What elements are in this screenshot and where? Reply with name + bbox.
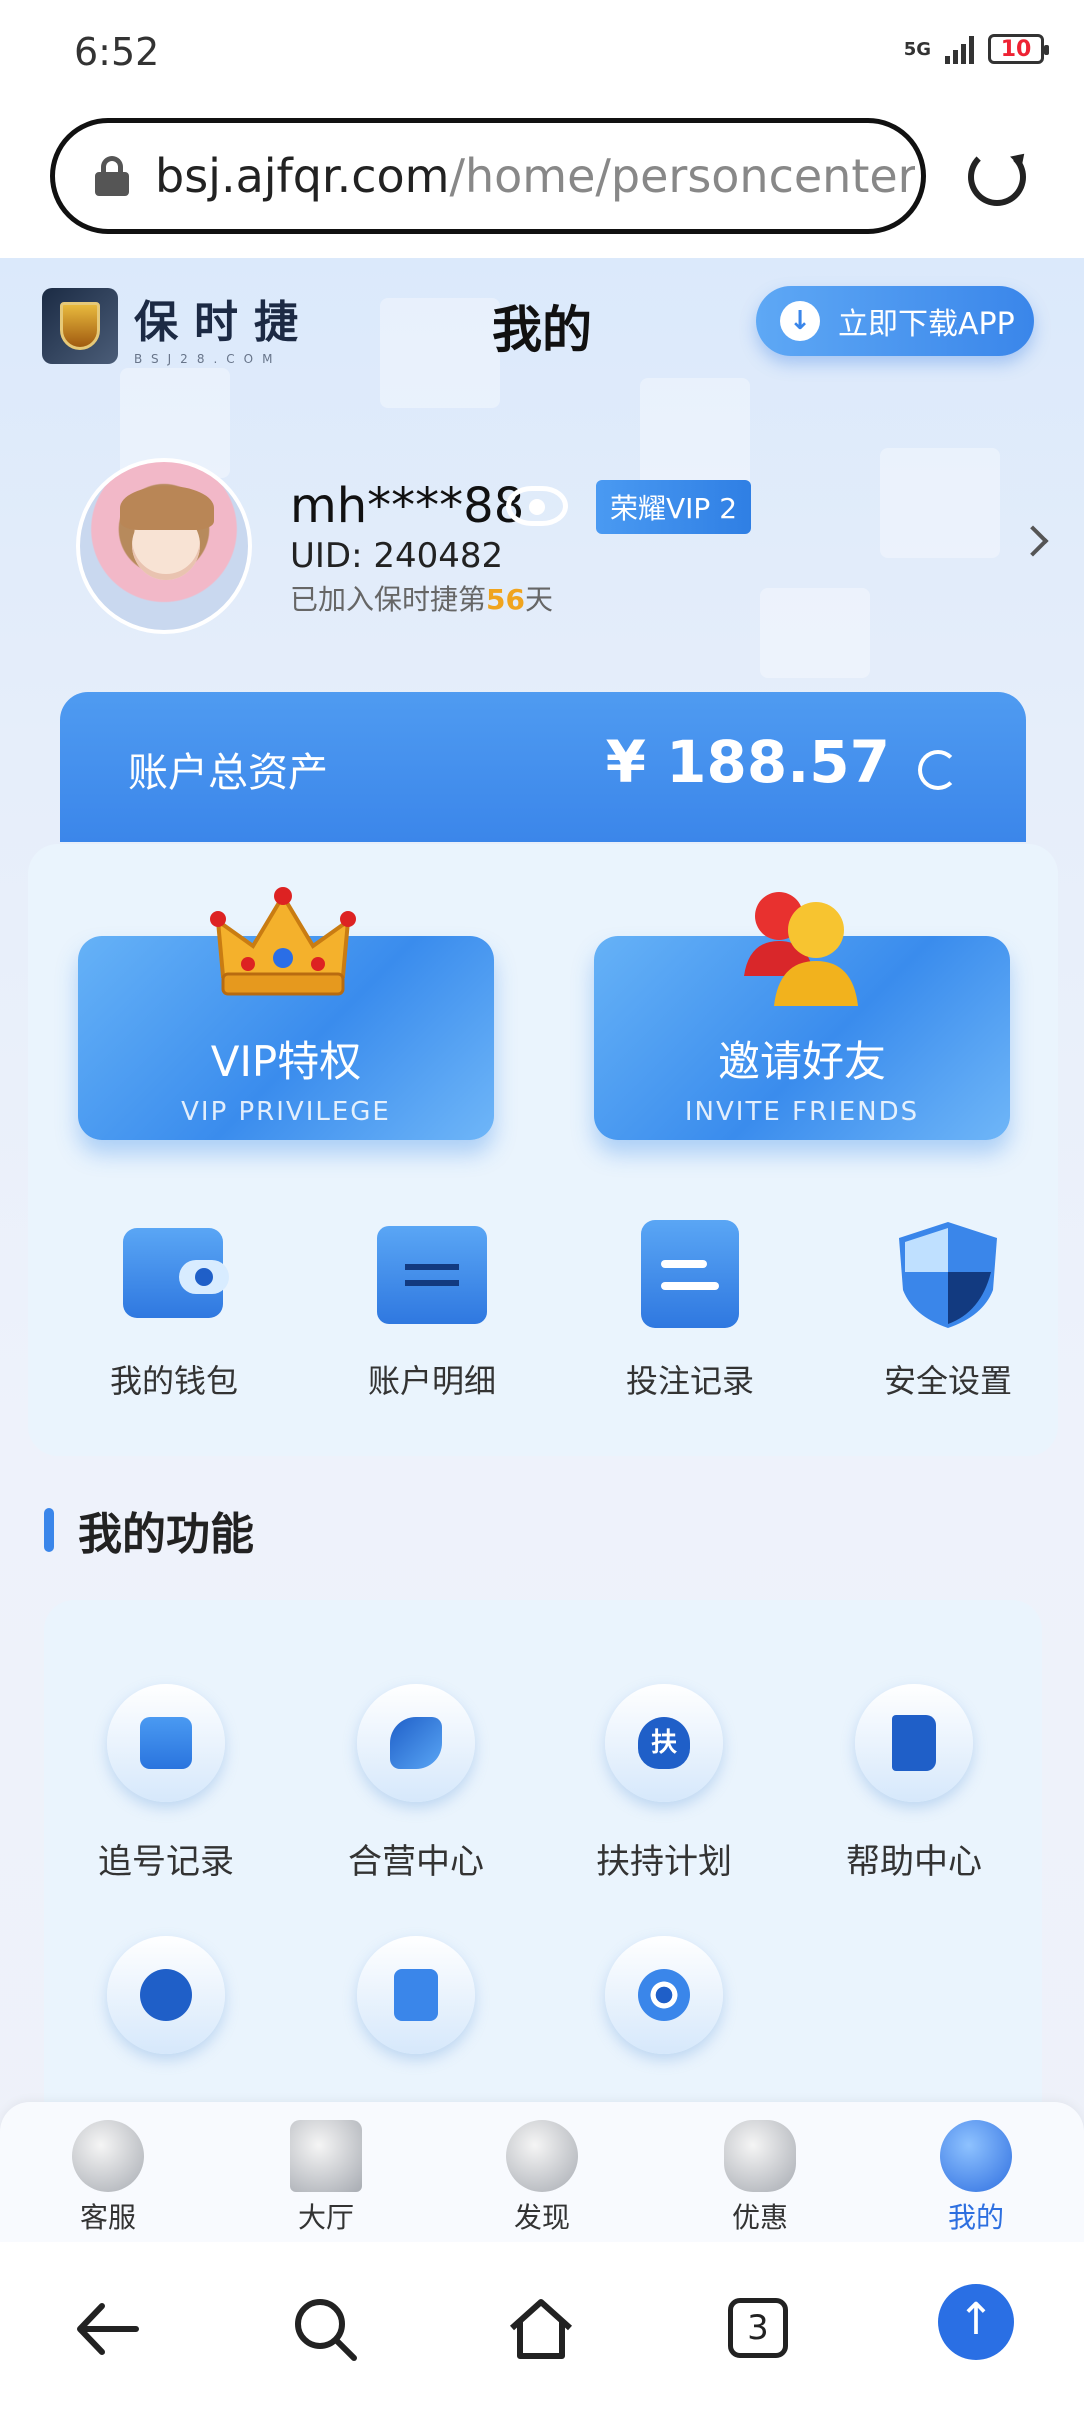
download-label: 立即下载APP <box>838 307 1015 342</box>
tab-mine-label: 我的 <box>947 2201 1004 2234</box>
home-nav-icon[interactable] <box>506 2294 576 2364</box>
url-path: /home/personcenter?l <box>449 149 916 203</box>
section-title-text: 我的功能 <box>78 1509 254 1560</box>
bottom-tab-bar: 客服 大厅 发现 优惠 我的 <box>0 2102 1084 2242</box>
search-icon[interactable] <box>290 2294 360 2364</box>
tab-discover[interactable]: 发现 <box>472 2120 612 2236</box>
joined-suffix: 天 <box>524 583 553 616</box>
url-bar[interactable]: bsj.ajfqr.com/home/personcenter?l <box>50 118 926 234</box>
status-time: 6:52 <box>74 30 160 74</box>
chevron-right-icon[interactable] <box>1017 525 1049 557</box>
invite-friends-title: 邀请好友 <box>717 1037 886 1086</box>
func-item-5[interactable] <box>66 1936 266 2086</box>
quick-wallet[interactable]: 我的钱包 <box>64 1220 284 1402</box>
crown-icon <box>210 887 356 996</box>
invite-friends-subtitle: INVITE FRIENDS <box>684 1097 920 1127</box>
uid-text: UID: 240482 <box>290 536 504 576</box>
status-bar: 6:52 5G 10 <box>0 0 1084 108</box>
tab-discover-label: 发现 <box>513 2201 570 2234</box>
asset-value: ¥ 188.57 <box>605 728 890 796</box>
signal-icon <box>945 34 974 64</box>
home-icon <box>290 2120 362 2192</box>
download-app-button[interactable]: ↓ 立即下载APP <box>756 286 1034 356</box>
friends-icon <box>744 892 858 1006</box>
joined-days-text: 已加入保时捷第56天 <box>290 578 553 618</box>
tab-promotions-label: 优惠 <box>731 2201 788 2234</box>
quick-security[interactable]: 安全设置 <box>838 1220 1058 1402</box>
func-help-center[interactable]: 帮助中心 <box>814 1684 1014 1883</box>
vip-privilege-button[interactable]: VIP特权 VIP PRIVILEGE <box>78 887 494 1140</box>
browser-toolbar: bsj.ajfqr.com/home/personcenter?l <box>0 108 1084 258</box>
section-title: 我的功能 <box>44 1498 254 1562</box>
url-host: bsj.ajfqr.com <box>155 149 450 203</box>
asset-label: 账户总资产 <box>128 750 328 796</box>
lock-icon <box>95 156 129 196</box>
handshake-icon <box>357 1684 475 1802</box>
tablet-icon <box>357 1936 475 2054</box>
status-icons: 5G 10 <box>903 34 1049 64</box>
app-content: 保时捷 BSJ28.COM 我的 ↓ 立即下载APP mh****88 荣耀VI… <box>0 258 1084 2242</box>
tab-mine[interactable]: 我的 <box>906 2120 1046 2236</box>
support-icon: 扶 <box>605 1684 723 1802</box>
quick-account-detail[interactable]: 账户明细 <box>322 1220 542 1402</box>
tabs-count-button[interactable]: 3 <box>728 2298 788 2358</box>
tab-lobby[interactable]: 大厅 <box>256 2120 396 2236</box>
func-help-center-label: 帮助中心 <box>846 1842 982 1882</box>
func-chase-record[interactable]: 追号记录 <box>66 1684 266 1883</box>
tab-customer-service-label: 客服 <box>79 2201 136 2234</box>
func-partner-center[interactable]: 合营中心 <box>316 1684 516 1883</box>
app-header: 保时捷 BSJ28.COM 我的 ↓ 立即下载APP <box>0 258 1084 388</box>
shield-icon <box>893 1220 1003 1330</box>
url-text[interactable]: bsj.ajfqr.com/home/personcenter?l <box>155 149 915 203</box>
asset-card: 账户总资产 ¥ 188.57 <box>60 692 1026 842</box>
username: mh****88 <box>290 478 525 534</box>
scroll-top-button[interactable]: ↑ <box>938 2284 1014 2360</box>
system-nav-bar: 3 ↑ <box>0 2242 1084 2412</box>
folder-transfer-icon <box>377 1220 487 1330</box>
func-partner-center-label: 合营中心 <box>348 1842 484 1882</box>
main-card: VIP特权 VIP PRIVILEGE 邀请好友 INVITE FRIENDS … <box>28 844 1058 1456</box>
avatar[interactable] <box>76 458 252 634</box>
clover-icon <box>724 2120 796 2192</box>
quick-account-detail-label: 账户明细 <box>367 1362 496 1400</box>
discover-icon <box>506 2120 578 2192</box>
tab-promotions[interactable]: 优惠 <box>690 2120 830 2236</box>
vip-privilege-title: VIP特权 <box>210 1037 362 1086</box>
func-chase-record-label: 追号记录 <box>98 1842 234 1882</box>
quick-bet-record[interactable]: 投注记录 <box>580 1220 800 1402</box>
refresh-icon[interactable] <box>918 750 958 790</box>
headset-icon <box>72 2120 144 2192</box>
vip-privilege-subtitle: VIP PRIVILEGE <box>181 1097 391 1127</box>
func-item-7[interactable] <box>564 1936 764 2086</box>
vip-badge: 荣耀VIP 2 <box>596 480 752 534</box>
joined-days: 56 <box>486 583 525 616</box>
back-arrow-icon[interactable] <box>72 2294 142 2364</box>
invite-friends-button[interactable]: 邀请好友 INVITE FRIENDS <box>594 892 1010 1140</box>
quick-security-label: 安全设置 <box>883 1362 1012 1400</box>
gear-icon <box>605 1936 723 2054</box>
note-icon <box>107 1684 225 1802</box>
reload-icon[interactable] <box>968 148 1026 206</box>
network-label: 5G <box>903 38 931 60</box>
download-icon: ↓ <box>780 301 820 341</box>
quick-wallet-label: 我的钱包 <box>109 1362 238 1400</box>
battery-icon: 10 <box>988 34 1049 64</box>
support-badge: 扶 <box>638 1717 690 1769</box>
user-icon <box>940 2120 1012 2192</box>
func-support-plan-label: 扶持计划 <box>596 1842 732 1882</box>
record-icon <box>635 1220 745 1330</box>
users-icon <box>107 1936 225 2054</box>
quick-bet-record-label: 投注记录 <box>625 1362 754 1400</box>
book-icon <box>855 1684 973 1802</box>
joined-prefix: 已加入保时捷第 <box>290 583 487 616</box>
wallet-icon <box>119 1220 229 1330</box>
func-support-plan[interactable]: 扶 扶持计划 <box>564 1684 764 1883</box>
eye-icon[interactable] <box>506 486 568 526</box>
func-item-6[interactable] <box>316 1936 516 2086</box>
tab-lobby-label: 大厅 <box>297 2201 354 2234</box>
tab-customer-service[interactable]: 客服 <box>38 2120 178 2236</box>
